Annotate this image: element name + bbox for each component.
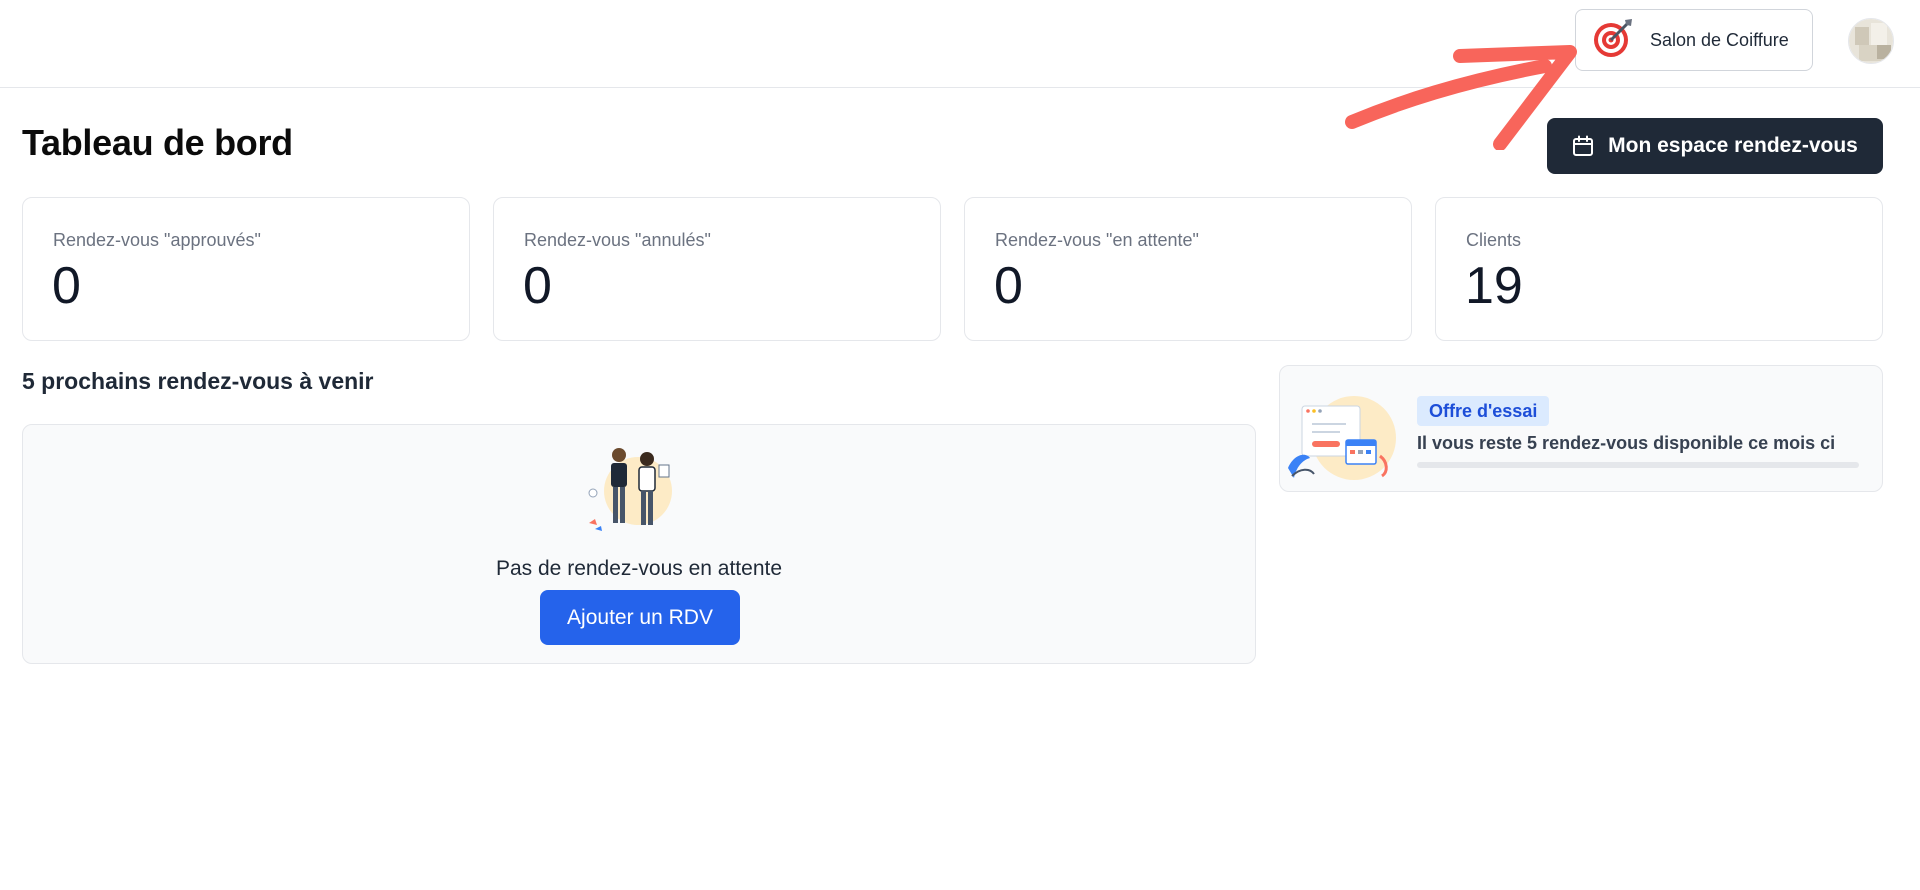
stat-value: 0 [994,257,1023,315]
stat-label: Clients [1466,230,1522,250]
my-appointments-space-label: Mon espace rendez-vous [1608,134,1858,157]
annotation-arrow-icon [1345,45,1577,150]
stat-card-approved: Rendez-vous "approuvés" 0 [22,197,470,341]
stat-card-pending: Rendez-vous "en attente" 0 [964,197,1412,341]
empty-state-text: Pas de rendez-vous en attente [495,557,783,580]
stat-value: 0 [523,257,552,315]
stat-value: 0 [52,257,81,315]
stat-label: Rendez-vous "en attente" [995,230,1199,250]
stat-card-cancelled: Rendez-vous "annulés" 0 [493,197,941,341]
calendar-illustration-icon [1284,396,1396,486]
stat-label: Rendez-vous "approuvés" [53,230,261,250]
salon-selector-button[interactable]: Salon de Coiffure [1575,9,1813,71]
add-appointment-button[interactable]: Ajouter un RDV [540,590,740,645]
top-bar: Salon de Coiffure [0,0,1920,88]
trial-offer-card: Offre d'essai Il vous reste 5 rendez-vou… [1279,365,1883,492]
upcoming-appointments-title: 5 prochains rendez-vous à venir [22,368,374,394]
upcoming-appointments-panel: Pas de rendez-vous en attente Ajouter un… [22,424,1256,664]
stat-label: Rendez-vous "annulés" [524,230,711,250]
user-avatar[interactable] [1848,18,1894,64]
page-title: Tableau de bord [22,122,293,163]
stat-value: 19 [1465,257,1523,315]
target-dart-icon [1592,17,1634,64]
trial-progress-bar [1417,462,1859,468]
my-appointments-space-button[interactable]: Mon espace rendez-vous [1547,118,1883,174]
stat-card-clients: Clients 19 [1435,197,1883,341]
trial-remaining-text: Il vous reste 5 rendez-vous disponible c… [1417,433,1836,453]
calendar-icon [1572,135,1594,157]
people-illustration-icon [583,441,683,541]
trial-badge: Offre d'essai [1417,396,1550,426]
salon-name: Salon de Coiffure [1650,29,1789,50]
